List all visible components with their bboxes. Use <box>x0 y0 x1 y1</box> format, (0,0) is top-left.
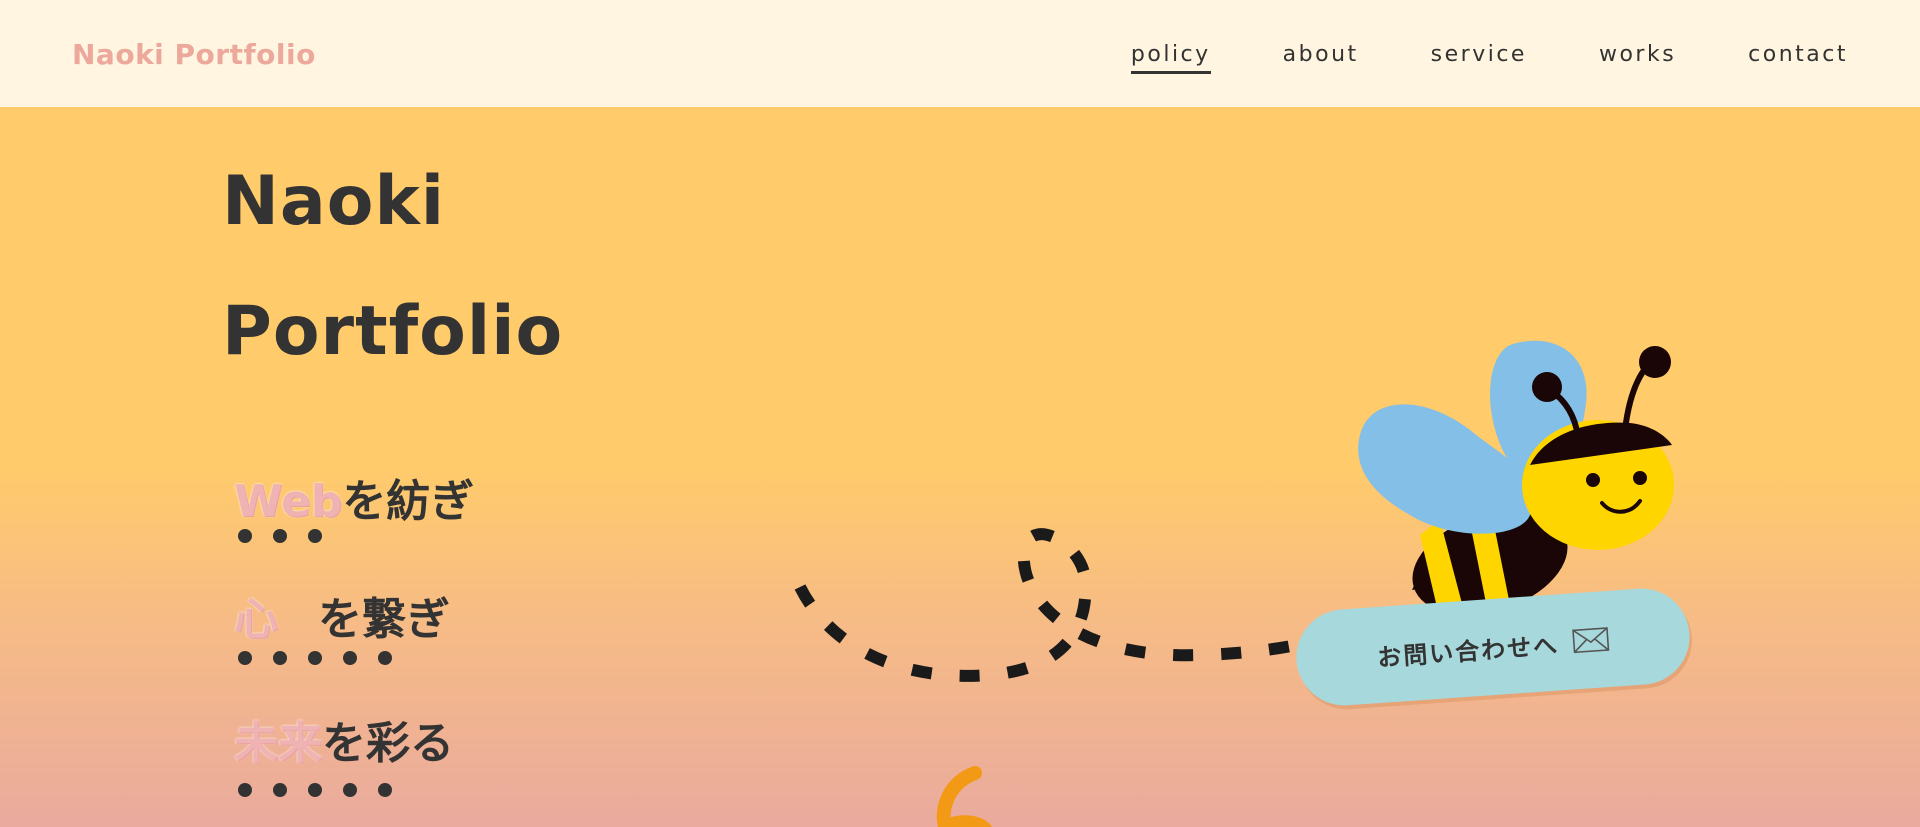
nav-item-policy[interactable]: policy <box>1130 42 1211 74</box>
nav-item-contact[interactable]: contact <box>1748 42 1848 74</box>
nav-item-about[interactable]: about <box>1283 42 1359 74</box>
hero-section: Naoki Portfolio Webを紡ぎ 心を繋ぎ 未来を彩る お問い合わせ… <box>0 107 1920 827</box>
envelope-icon <box>1572 627 1610 654</box>
nav-item-works[interactable]: works <box>1599 42 1676 74</box>
cta-label: お問い合わせへ <box>1376 630 1560 672</box>
main-nav: policy about service works contact <box>1130 42 1848 74</box>
site-header: Naoki Portfolio policy about service wor… <box>0 0 1920 107</box>
nav-item-service[interactable]: service <box>1431 42 1527 74</box>
site-logo[interactable]: Naoki Portfolio <box>72 38 316 71</box>
